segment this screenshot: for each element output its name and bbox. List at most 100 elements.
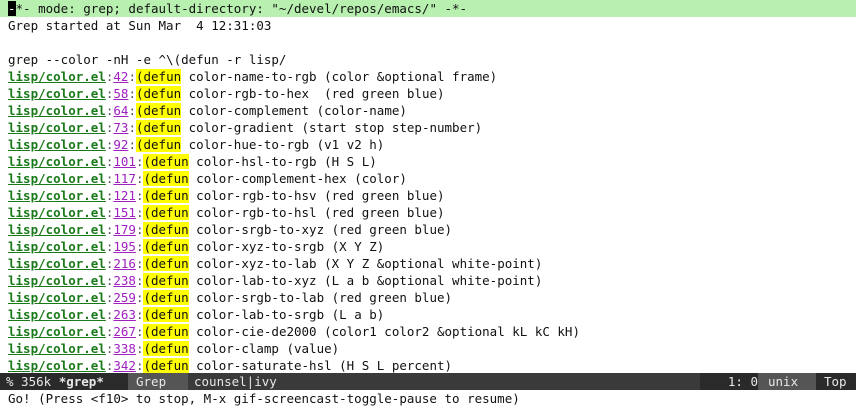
result-line-number-link[interactable]: 73 (113, 120, 128, 135)
result-line-number-link[interactable]: 216 (113, 256, 136, 271)
result-line-number-link[interactable]: 263 (113, 307, 136, 322)
mode-line-buffer-name[interactable]: *grep* (59, 374, 104, 389)
result-definition-text: color-lab-to-srgb (L a b) (188, 307, 385, 322)
result-line-number-link[interactable]: 42 (113, 69, 128, 84)
grep-result-row[interactable]: lisp/color.el:263:(defun color-lab-to-sr… (0, 306, 856, 323)
result-file-link[interactable]: lisp/color.el (8, 358, 106, 373)
result-definition-text: color-cie-de2000 (color1 color2 &optiona… (188, 324, 580, 339)
result-line-number-link[interactable]: 121 (113, 188, 136, 203)
result-file-link[interactable]: lisp/color.el (8, 69, 106, 84)
result-match-highlight: (defun (135, 137, 182, 152)
result-file-link[interactable]: lisp/color.el (8, 307, 106, 322)
result-match-highlight: (defun (143, 341, 189, 356)
result-file-link[interactable]: lisp/color.el (8, 290, 106, 305)
result-file-link[interactable]: lisp/color.el (8, 205, 106, 220)
cursor: - (8, 1, 16, 16)
result-file-link[interactable]: lisp/color.el (8, 86, 106, 101)
mode-line-status-segment: % 356k *grep* (0, 373, 134, 390)
result-file-link[interactable]: lisp/color.el (8, 171, 106, 186)
result-match-highlight: (defun (143, 222, 189, 237)
grep-result-row[interactable]: lisp/color.el:151:(defun color-rgb-to-hs… (0, 204, 856, 221)
result-definition-text: color-gradient (start stop step-number) (181, 120, 483, 135)
grep-result-row[interactable]: lisp/color.el:342:(defun color-saturate-… (0, 357, 856, 374)
result-definition-text: color-srgb-to-xyz (red green blue) (188, 222, 453, 237)
result-definition-text: color-rgb-to-hex (red green blue) (181, 86, 445, 101)
result-match-highlight: (defun (143, 171, 189, 186)
result-line-number-link[interactable]: 151 (113, 205, 136, 220)
result-file-link[interactable]: lisp/color.el (8, 341, 106, 356)
mode-line-minor-modes[interactable]: counsel|ivy (192, 373, 277, 390)
grep-result-row[interactable]: lisp/color.el:238:(defun color-lab-to-xy… (0, 272, 856, 289)
result-definition-text: color-lab-to-xyz (L a b &optional white-… (188, 273, 543, 288)
result-definition-text: color-hsl-to-rgb (H S L) (188, 154, 377, 169)
mode-line-position: 1: 0 (700, 373, 758, 390)
grep-result-row[interactable]: lisp/color.el:121:(defun color-rgb-to-hs… (0, 187, 856, 204)
grep-result-row[interactable]: lisp/color.el:101:(defun color-hsl-to-rg… (0, 153, 856, 170)
result-match-highlight: (defun (143, 324, 189, 339)
result-file-link[interactable]: lisp/color.el (8, 137, 106, 152)
result-match-highlight: (defun (143, 358, 189, 373)
result-match-highlight: (defun (143, 256, 189, 271)
mode-line-scroll: Top (816, 373, 856, 390)
header-line: -*- mode: grep; default-directory: "~/de… (0, 0, 856, 17)
mode-line[interactable]: % 356k *grep* Grep counsel|ivy 1: 0 unix… (0, 373, 856, 390)
grep-result-row[interactable]: lisp/color.el:58:(defun color-rgb-to-hex… (0, 85, 856, 102)
result-definition-text: color-saturate-hsl (H S L percent) (188, 358, 453, 373)
grep-result-row[interactable]: lisp/color.el:179:(defun color-srgb-to-x… (0, 221, 856, 238)
result-definition-text: color-rgb-to-hsl (red green blue) (188, 205, 445, 220)
result-definition-text: color-clamp (value) (188, 341, 340, 356)
result-line-number-link[interactable]: 342 (113, 358, 136, 373)
result-separator: : (128, 86, 136, 101)
grep-result-row[interactable]: lisp/color.el:64:(defun color-complement… (0, 102, 856, 119)
result-match-highlight: (defun (143, 273, 189, 288)
result-line-number-link[interactable]: 259 (113, 290, 136, 305)
result-match-highlight: (defun (143, 154, 189, 169)
grep-result-row[interactable]: lisp/color.el:117:(defun color-complemen… (0, 170, 856, 187)
result-definition-text: color-xyz-to-srgb (X Y Z) (188, 239, 385, 254)
result-match-highlight: (defun (135, 69, 182, 84)
result-line-number-link[interactable]: 117 (113, 171, 136, 186)
grep-result-row[interactable]: lisp/color.el:267:(defun color-cie-de200… (0, 323, 856, 340)
result-file-link[interactable]: lisp/color.el (8, 256, 106, 271)
result-line-number-link[interactable]: 267 (113, 324, 136, 339)
result-line-number-link[interactable]: 238 (113, 273, 136, 288)
grep-result-row[interactable]: lisp/color.el:73:(defun color-gradient (… (0, 119, 856, 136)
result-file-link[interactable]: lisp/color.el (8, 273, 106, 288)
result-file-link[interactable]: lisp/color.el (8, 222, 106, 237)
result-line-number-link[interactable]: 338 (113, 341, 136, 356)
result-file-link[interactable]: lisp/color.el (8, 188, 106, 203)
grep-result-row[interactable]: lisp/color.el:338:(defun color-clamp (va… (0, 340, 856, 357)
result-line-number-link[interactable]: 58 (113, 86, 128, 101)
result-match-highlight: (defun (135, 103, 182, 118)
result-match-highlight: (defun (135, 86, 182, 101)
result-separator: : (128, 69, 136, 84)
grep-result-row[interactable]: lisp/color.el:92:(defun color-hue-to-rgb… (0, 136, 856, 153)
mode-line-major-mode[interactable]: Grep (128, 373, 188, 390)
result-definition-text: color-hue-to-rgb (v1 v2 h) (181, 137, 385, 152)
result-match-highlight: (defun (135, 120, 182, 135)
result-line-number-link[interactable]: 179 (113, 222, 136, 237)
result-file-link[interactable]: lisp/color.el (8, 239, 106, 254)
grep-results[interactable]: lisp/color.el:42:(defun color-name-to-rg… (0, 68, 856, 374)
result-match-highlight: (defun (143, 188, 189, 203)
result-file-link[interactable]: lisp/color.el (8, 120, 106, 135)
result-definition-text: color-rgb-to-hsv (red green blue) (188, 188, 445, 203)
grep-buffer[interactable]: Grep started at Sun Mar 4 12:31:03 grep … (0, 17, 856, 374)
result-line-number-link[interactable]: 92 (113, 137, 128, 152)
result-definition-text: color-complement-hex (color) (188, 171, 407, 186)
grep-result-row[interactable]: lisp/color.el:42:(defun color-name-to-rg… (0, 68, 856, 85)
result-separator: : (128, 103, 136, 118)
result-file-link[interactable]: lisp/color.el (8, 103, 106, 118)
result-definition-text: color-xyz-to-lab (X Y Z &optional white-… (188, 256, 543, 271)
result-match-highlight: (defun (143, 290, 189, 305)
result-line-number-link[interactable]: 195 (113, 239, 136, 254)
grep-result-row[interactable]: lisp/color.el:216:(defun color-xyz-to-la… (0, 255, 856, 272)
result-line-number-link[interactable]: 101 (113, 154, 136, 169)
result-definition-text: color-complement (color-name) (181, 103, 407, 118)
result-file-link[interactable]: lisp/color.el (8, 154, 106, 169)
grep-result-row[interactable]: lisp/color.el:195:(defun color-xyz-to-sr… (0, 238, 856, 255)
grep-result-row[interactable]: lisp/color.el:259:(defun color-srgb-to-l… (0, 289, 856, 306)
result-definition-text: color-srgb-to-lab (red green blue) (188, 290, 453, 305)
result-file-link[interactable]: lisp/color.el (8, 324, 106, 339)
result-line-number-link[interactable]: 64 (113, 103, 128, 118)
